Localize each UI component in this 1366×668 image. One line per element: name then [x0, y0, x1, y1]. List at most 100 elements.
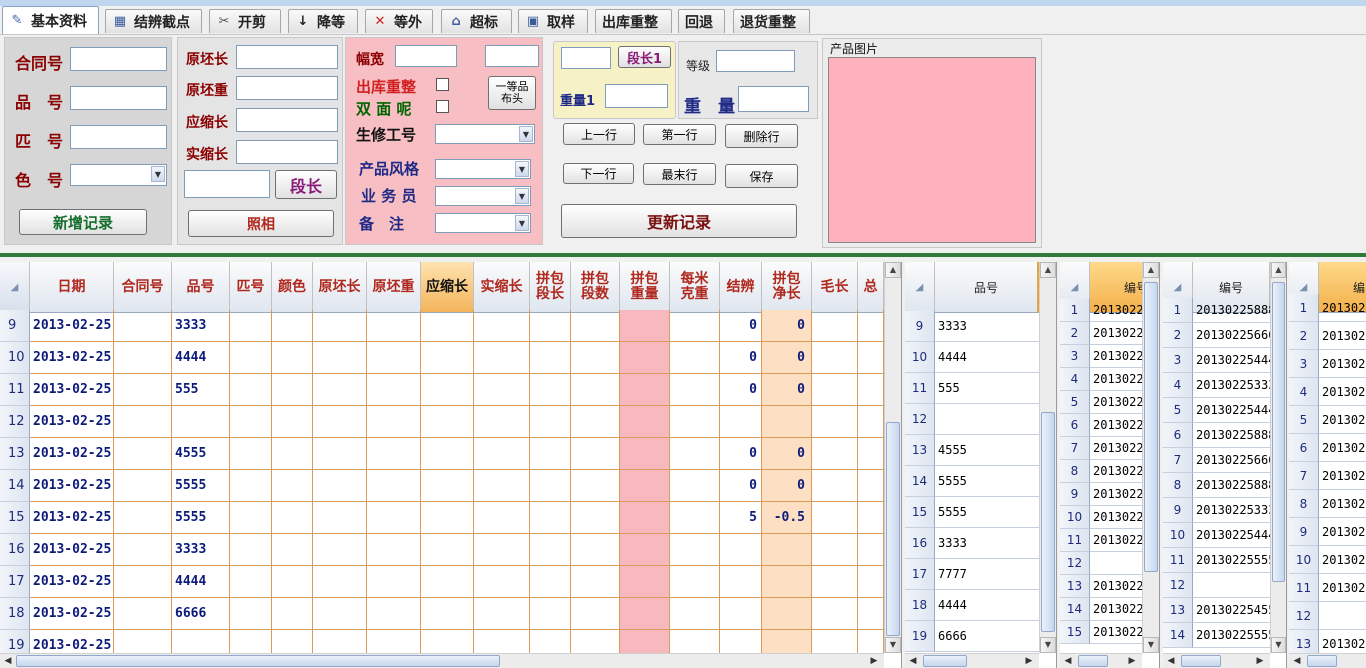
- row-number[interactable]: 6: [1163, 423, 1193, 448]
- chevron-down-icon[interactable]: ▼: [519, 126, 533, 142]
- update-record-button[interactable]: 更新记录: [561, 204, 797, 238]
- scroll-right-icon[interactable]: ▶: [1021, 654, 1037, 668]
- table-cell[interactable]: [670, 310, 720, 342]
- table-cell[interactable]: [670, 406, 720, 438]
- column-header[interactable]: 每米 克重: [670, 262, 720, 313]
- table-cell[interactable]: [114, 598, 172, 630]
- row-number[interactable]: 14: [0, 470, 30, 502]
- table-cell[interactable]: [530, 470, 571, 502]
- last-row-button[interactable]: 最末行: [643, 163, 716, 185]
- table-cell[interactable]: 201302258888: [1193, 298, 1270, 323]
- row-number[interactable]: 13: [1163, 598, 1193, 623]
- table-cell[interactable]: [272, 566, 313, 598]
- scroll-thumb[interactable]: [1272, 282, 1285, 582]
- table-cell[interactable]: [812, 374, 858, 406]
- row-number[interactable]: 17: [905, 559, 935, 590]
- table-cell[interactable]: [858, 406, 884, 438]
- table-cell[interactable]: [670, 534, 720, 566]
- scroll-left-icon[interactable]: ◀: [1163, 654, 1179, 668]
- add-record-button[interactable]: 新增记录: [19, 209, 147, 235]
- raw-weight-input[interactable]: [236, 76, 338, 100]
- table-cell[interactable]: [367, 310, 421, 342]
- table-cell[interactable]: [421, 406, 474, 438]
- table-cell[interactable]: [474, 406, 530, 438]
- table-cell[interactable]: 2013-02-25: [30, 374, 114, 406]
- column-header[interactable]: 拼包 重量: [620, 262, 670, 313]
- table-cell[interactable]: 20130225: [1319, 462, 1366, 490]
- row-number[interactable]: 14: [1163, 623, 1193, 648]
- scroll-thumb[interactable]: [1041, 412, 1055, 632]
- table-cell[interactable]: [858, 310, 884, 342]
- salesman-select[interactable]: ▼: [435, 186, 531, 206]
- scroll-up-icon[interactable]: ▲: [1143, 262, 1159, 278]
- row-number[interactable]: 5: [1289, 406, 1319, 434]
- row-number[interactable]: 9: [1060, 483, 1090, 506]
- table-cell[interactable]: [230, 470, 272, 502]
- row-number[interactable]: 9: [1289, 518, 1319, 546]
- row-number[interactable]: 11: [0, 374, 30, 406]
- column-header[interactable]: 拼包 段长: [530, 262, 571, 313]
- grid-hscroll[interactable]: ◀ ▶: [1163, 653, 1270, 668]
- table-cell[interactable]: [421, 534, 474, 566]
- table-cell[interactable]: [474, 502, 530, 534]
- hscroll-thumb[interactable]: [1078, 655, 1108, 667]
- row-number[interactable]: 12: [0, 406, 30, 438]
- table-cell[interactable]: 3333: [172, 534, 230, 566]
- table-cell[interactable]: 20130225: [1319, 322, 1366, 350]
- row-number[interactable]: 13: [1060, 575, 1090, 598]
- table-cell[interactable]: [114, 342, 172, 374]
- table-cell[interactable]: 201302254: [1090, 345, 1142, 368]
- table-cell[interactable]: 20130225: [1319, 378, 1366, 406]
- table-cell[interactable]: [230, 534, 272, 566]
- column-header[interactable]: 实缩长: [474, 262, 530, 313]
- color-select[interactable]: ▼: [70, 164, 167, 186]
- table-cell[interactable]: 201302254444: [1193, 348, 1270, 373]
- row-number[interactable]: 8: [1060, 460, 1090, 483]
- table-cell[interactable]: [670, 598, 720, 630]
- table-cell[interactable]: [858, 502, 884, 534]
- table-cell[interactable]: [620, 374, 670, 406]
- row-number[interactable]: 9: [905, 311, 935, 342]
- table-cell[interactable]: 20130225: [1319, 574, 1366, 602]
- row-number[interactable]: 18: [905, 590, 935, 621]
- row-number[interactable]: 12: [1289, 602, 1319, 630]
- row-number[interactable]: 1: [1163, 298, 1193, 323]
- column-header[interactable]: 匹号: [230, 262, 272, 313]
- row-number[interactable]: 12: [1163, 573, 1193, 598]
- table-cell[interactable]: 2013-02-25: [30, 566, 114, 598]
- row-number[interactable]: 2: [1163, 323, 1193, 348]
- row-number[interactable]: 13: [0, 438, 30, 470]
- table-cell[interactable]: [474, 534, 530, 566]
- table-cell[interactable]: [571, 598, 620, 630]
- table-cell[interactable]: [313, 502, 367, 534]
- table-cell[interactable]: [230, 598, 272, 630]
- table-cell[interactable]: [571, 502, 620, 534]
- tab-downgrade[interactable]: ↓ 降等: [288, 9, 358, 33]
- table-cell[interactable]: [620, 470, 670, 502]
- table-cell[interactable]: [530, 566, 571, 598]
- row-number[interactable]: 2: [1060, 322, 1090, 345]
- table-cell[interactable]: [272, 310, 313, 342]
- save-button[interactable]: 保存: [725, 164, 798, 188]
- table-cell[interactable]: 201302254: [1090, 391, 1142, 414]
- table-cell[interactable]: [272, 342, 313, 374]
- grid-corner[interactable]: ◢: [0, 262, 30, 313]
- scroll-down-icon[interactable]: ▼: [1271, 637, 1286, 653]
- table-cell[interactable]: 201302256: [1090, 322, 1142, 345]
- row-number[interactable]: 11: [1289, 574, 1319, 602]
- row-number[interactable]: 6: [1289, 434, 1319, 462]
- table-cell[interactable]: [421, 566, 474, 598]
- table-cell[interactable]: [272, 598, 313, 630]
- table-cell[interactable]: [272, 470, 313, 502]
- table-cell[interactable]: 0: [762, 438, 812, 470]
- grid-hscroll[interactable]: ◀ ▶: [0, 653, 884, 668]
- table-cell[interactable]: [812, 406, 858, 438]
- scroll-right-icon[interactable]: ▶: [866, 654, 882, 668]
- table-cell[interactable]: 201302255: [1090, 621, 1142, 644]
- chevron-down-icon[interactable]: ▼: [515, 215, 529, 231]
- table-cell[interactable]: 2013-02-25: [30, 342, 114, 374]
- table-cell[interactable]: [313, 406, 367, 438]
- column-header[interactable]: 结辨: [720, 262, 762, 313]
- table-cell[interactable]: [858, 566, 884, 598]
- table-cell[interactable]: [230, 438, 272, 470]
